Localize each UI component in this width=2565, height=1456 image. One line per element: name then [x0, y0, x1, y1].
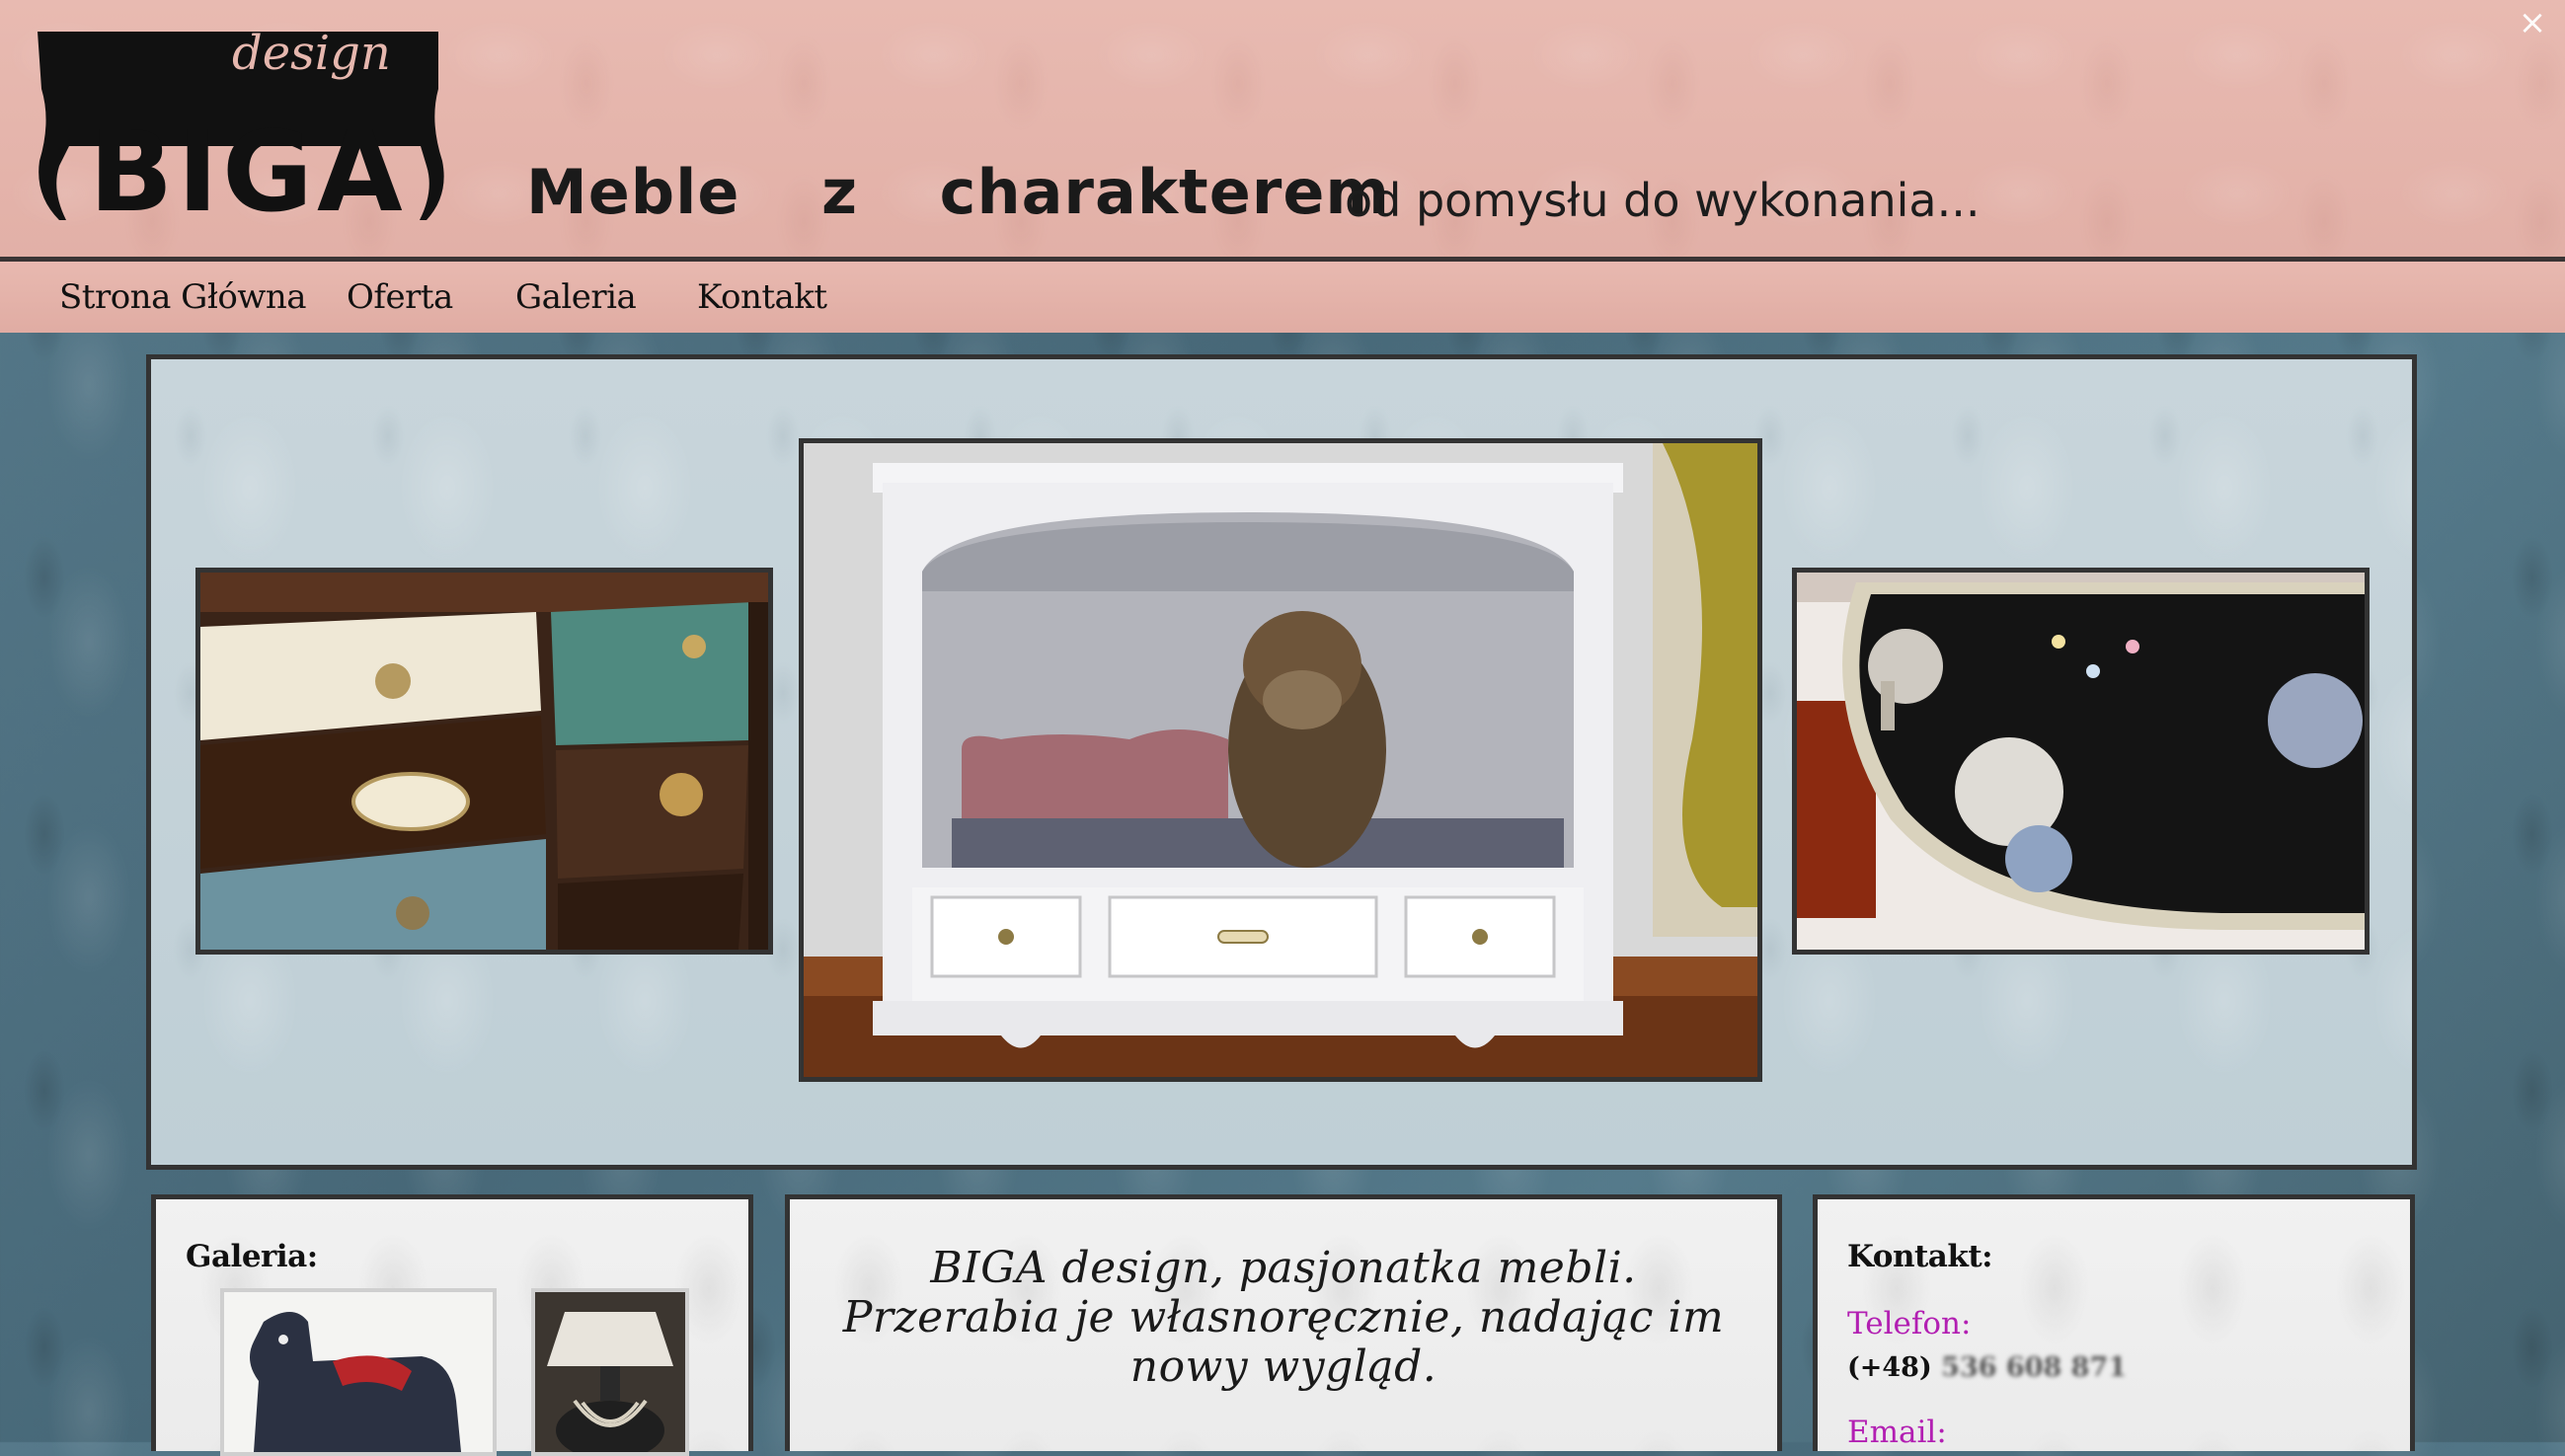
horse-figurine-photo[interactable]: [220, 1288, 497, 1456]
site-header: design BIGA Meble z charakterem od pomys…: [0, 0, 2565, 259]
phone-label: Telefon:: [1847, 1306, 1972, 1341]
nav-item-contact[interactable]: Kontakt: [697, 277, 827, 317]
about-panel: BIGA design, pasjonatka mebli. Przerabia…: [785, 1194, 1782, 1451]
nav-item-offer[interactable]: Oferta: [347, 277, 453, 317]
logo-script-text: design: [232, 28, 391, 81]
phone-number: 536 608 871: [1941, 1352, 2128, 1383]
about-text: BIGA design, pasjonatka mebli. Przerabia…: [790, 1244, 1777, 1392]
drawer-chest-photo[interactable]: [195, 568, 773, 955]
phone-value[interactable]: (+48) 536 608 871: [1847, 1352, 2127, 1383]
decoupage-table-photo[interactable]: [1792, 568, 2370, 955]
tagline: Meble z charakterem: [526, 156, 1390, 228]
main-nav: Strona Główna Oferta Galeria Kontakt: [0, 262, 2565, 333]
nav-item-home[interactable]: Strona Główna: [59, 277, 307, 317]
gallery-panel: Galeria:: [151, 1194, 753, 1456]
phone-prefix: (+48): [1847, 1352, 1932, 1383]
email-label: Email:: [1847, 1415, 1947, 1450]
about-line-1: BIGA design, pasjonatka mebli.: [930, 1243, 1637, 1293]
dog-bed-cabinet-photo[interactable]: [799, 438, 1762, 1082]
logo-name-text: BIGA: [89, 109, 407, 225]
contact-title: Kontakt:: [1847, 1239, 1993, 1274]
lamp-photo[interactable]: [531, 1288, 689, 1456]
about-line-2: Przerabia je własnoręcznie, nadając im: [842, 1292, 1725, 1342]
gallery-title: Galeria:: [186, 1239, 318, 1274]
nav-item-gallery[interactable]: Galeria: [515, 277, 637, 317]
subtagline: od pomysłu do wykonania...: [1345, 174, 1981, 227]
about-line-3: nowy wygląd.: [1129, 1341, 1438, 1392]
close-icon[interactable]: ×: [2516, 6, 2549, 39]
biga-design-logo[interactable]: design BIGA: [30, 26, 444, 237]
contact-panel: Kontakt: Telefon: (+48) 536 608 871 Emai…: [1813, 1194, 2415, 1451]
